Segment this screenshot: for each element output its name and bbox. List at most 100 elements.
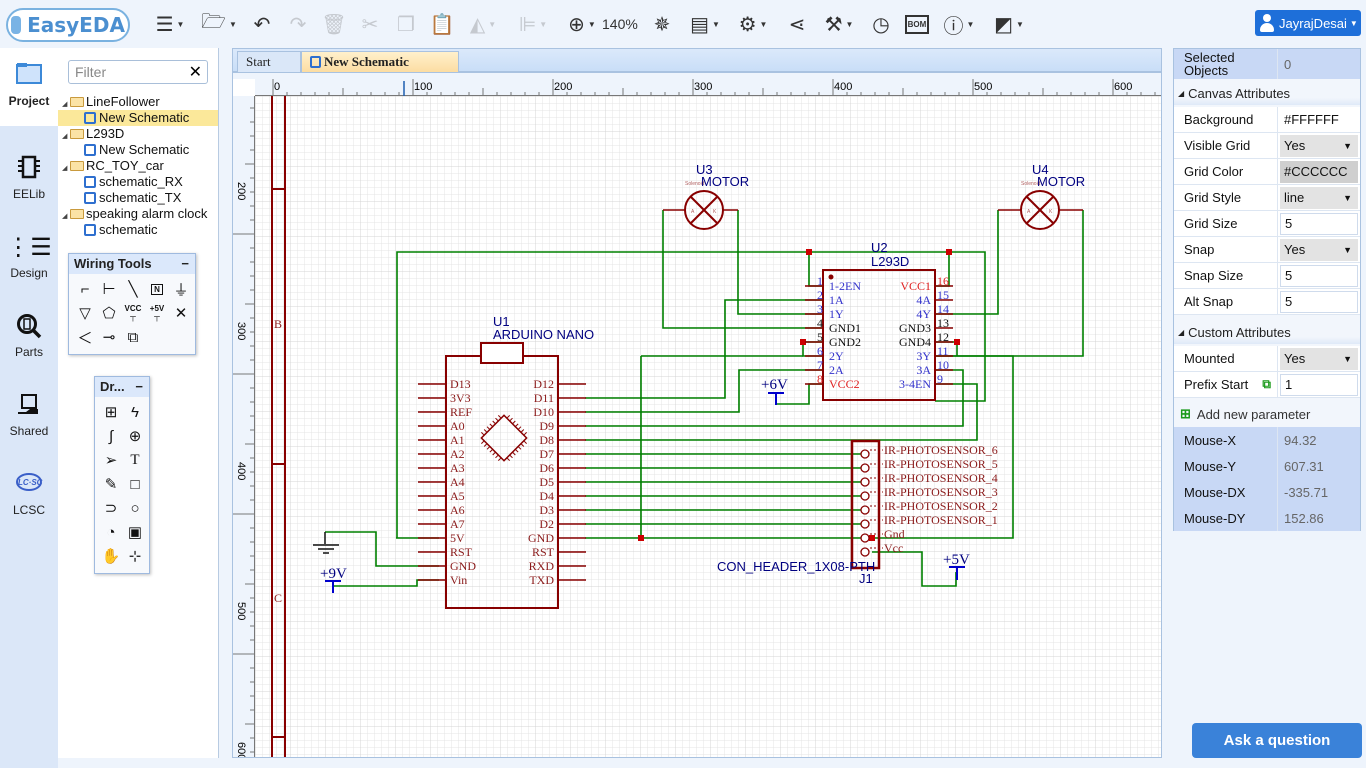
wire-tool-icon[interactable]: ⌐ [74, 278, 96, 300]
redo-button[interactable]: ↷ [284, 10, 312, 38]
ground-icon[interactable]: ⏚ [170, 278, 192, 300]
tools-button[interactable]: ⚒ ▼ [820, 10, 858, 38]
design-manager-button[interactable]: ▤ ▼ [686, 10, 724, 38]
u2-pin-number: 5 [817, 330, 823, 344]
tab-new-schematic[interactable]: New Schematic [301, 51, 459, 73]
document-tabs: Start New Schematic [232, 48, 1162, 73]
nav-parts[interactable]: Parts [0, 299, 58, 377]
polyline-icon[interactable]: ϟ [124, 401, 146, 423]
nav-lcsc[interactable]: LC·SC LCSC [0, 457, 58, 535]
folder-open-icon: 🗁 [201, 11, 226, 33]
net-flag-gnd-icon[interactable]: ▽ [74, 302, 96, 324]
user-menu-button[interactable]: JayrajDesai ▼ [1255, 10, 1361, 36]
tree-schematic[interactable]: schematic [58, 222, 218, 238]
minimize-icon[interactable]: − [181, 254, 189, 274]
ellipse-icon[interactable]: ○ [124, 497, 146, 519]
cut-button[interactable]: ✂ [356, 10, 384, 38]
alt-snap-value[interactable]: 5 [1280, 290, 1358, 313]
clear-filter-icon[interactable]: ✕ [189, 62, 202, 82]
pie-icon[interactable]: ◔ [100, 521, 122, 543]
drawing-tools-header[interactable]: Dr... − [95, 377, 149, 397]
add-new-parameter[interactable]: ⊞ Add new parameter [1174, 401, 1360, 427]
background-value[interactable]: #FFFFFF [1280, 109, 1358, 131]
add-prefix-icon[interactable]: ⧉ [1262, 377, 1271, 392]
text-icon[interactable]: T [124, 449, 146, 471]
history-button[interactable]: ◷ [868, 10, 894, 38]
bom-button[interactable]: BOM [904, 10, 930, 38]
net-label-icon[interactable]: N [146, 278, 168, 300]
ask-question-button[interactable]: Ask a question [1192, 723, 1362, 758]
tree-folder[interactable]: ◢ speaking alarm clock [58, 206, 218, 222]
net-port-icon[interactable]: ⬠ [98, 302, 120, 324]
visible-grid-value[interactable]: Yes ▼ [1280, 134, 1358, 157]
grid-style-value[interactable]: line ▼ [1280, 186, 1358, 209]
nav-eelib[interactable]: EELib [0, 141, 58, 219]
wiring-tools-header[interactable]: Wiring Tools − [69, 254, 195, 274]
open-folder-button[interactable]: 🗁 ▼ [200, 10, 238, 38]
schematic-sheet[interactable]: B C U1 ARDUINO NANO D133V3REFA0A1A2A3A4A… [255, 96, 1161, 758]
minimize-icon[interactable]: − [135, 377, 143, 397]
prefix-start-input[interactable]: 1 [1280, 373, 1358, 396]
copy-button[interactable]: ❐ [392, 10, 420, 38]
plus5v-flag-icon[interactable]: +5V ┬ [146, 302, 168, 324]
document-list-button[interactable]: ☰ ▼ [152, 10, 188, 38]
snap-size-value[interactable]: 5 [1280, 264, 1358, 287]
rectangle-icon[interactable]: □ [124, 473, 146, 495]
group-icon[interactable]: ⧉ [122, 326, 144, 348]
canvas-attributes-header[interactable]: ◢ Canvas Attributes [1174, 81, 1360, 105]
u1-pin-label: D4 [539, 489, 554, 503]
magic-wand-button[interactable]: ✵ [648, 10, 676, 38]
snap-value[interactable]: Yes ▼ [1280, 238, 1358, 261]
paste-button[interactable]: 📋 [428, 10, 456, 38]
nav-project[interactable]: Project [0, 48, 58, 126]
bus-entry-icon[interactable]: ╲ [122, 278, 144, 300]
u2-pin-number: 7 [817, 358, 823, 372]
schematic-canvas[interactable]: 0 100 200 300 400 500 600 200 300 400 50… [232, 72, 1162, 758]
filter-input[interactable]: Filter ✕ [68, 60, 208, 84]
undo-button[interactable]: ↶ [248, 10, 276, 38]
polygon-icon[interactable]: ⊃ [100, 497, 122, 519]
freehand-pencil-icon[interactable]: ✎ [100, 473, 122, 495]
tree-schematic[interactable]: schematic_RX [58, 174, 218, 190]
align-button[interactable]: ⊫ ▼ [514, 10, 552, 38]
bezier-icon[interactable]: ∫ [100, 425, 122, 447]
canvas-origin-icon[interactable]: ⊹ [124, 545, 146, 567]
tree-folder[interactable]: ◢ LineFollower [58, 94, 218, 110]
pin-icon[interactable]: ＜ [74, 326, 96, 348]
custom-attributes-header[interactable]: ◢ Custom Attributes [1174, 320, 1360, 344]
bus-tool-icon[interactable]: ⊢ [98, 278, 120, 300]
prop-grid-size: Grid Size 5 [1174, 210, 1360, 237]
tree-schematic[interactable]: schematic_TX [58, 190, 218, 206]
pin-connector-icon[interactable]: ⊸ [98, 326, 120, 348]
nav-design[interactable]: ⋮☰ Design [0, 220, 58, 298]
u1-name: ARDUINO NANO [493, 327, 594, 342]
grid-size-value[interactable]: 5 [1280, 212, 1358, 235]
tree-schematic[interactable]: New Schematic [58, 110, 218, 126]
settings-button[interactable]: ⚙ ▼ [734, 10, 772, 38]
theme-button[interactable]: ◩ ▼ [990, 10, 1028, 38]
nav-shared[interactable]: Shared [0, 378, 58, 456]
grid-color-value[interactable]: #CCCCCC [1280, 160, 1358, 183]
arrowhead-icon[interactable]: ➢ [100, 449, 122, 471]
zoom-button[interactable]: ⊕ ▼ [562, 10, 602, 38]
tree-schematic[interactable]: New Schematic [58, 142, 218, 158]
tree-folder[interactable]: ◢ RC_TOY_car [58, 158, 218, 174]
info-button[interactable]: ⓘ ▼ [940, 10, 978, 38]
schematic-icon [84, 192, 96, 204]
vcc-flag-icon[interactable]: VCC ┬ [122, 302, 144, 324]
no-connect-icon[interactable]: ✕ [170, 302, 192, 324]
easyeda-logo[interactable]: EasyEDA [6, 8, 130, 42]
j1-name: CON_HEADER_1X08-PTH [717, 559, 875, 574]
rotate-button[interactable]: ◭ ▼ [464, 10, 502, 38]
tab-start[interactable]: Start [237, 51, 301, 73]
u1-pin-label: A7 [450, 517, 465, 531]
drag-hand-icon[interactable]: ✋ [100, 545, 122, 567]
delete-button[interactable]: 🗑 [320, 10, 348, 38]
mounted-select[interactable]: Yes ▼ [1280, 347, 1358, 370]
sheet-frame-icon[interactable]: ⊞ [100, 401, 122, 423]
u2-pin-number: 1 [817, 274, 823, 288]
image-icon[interactable]: ▣ [124, 521, 146, 543]
share-button[interactable]: ⋖ [784, 10, 810, 38]
arc-icon[interactable]: ⊕ [124, 425, 146, 447]
tree-folder[interactable]: ◢ L293D [58, 126, 218, 142]
